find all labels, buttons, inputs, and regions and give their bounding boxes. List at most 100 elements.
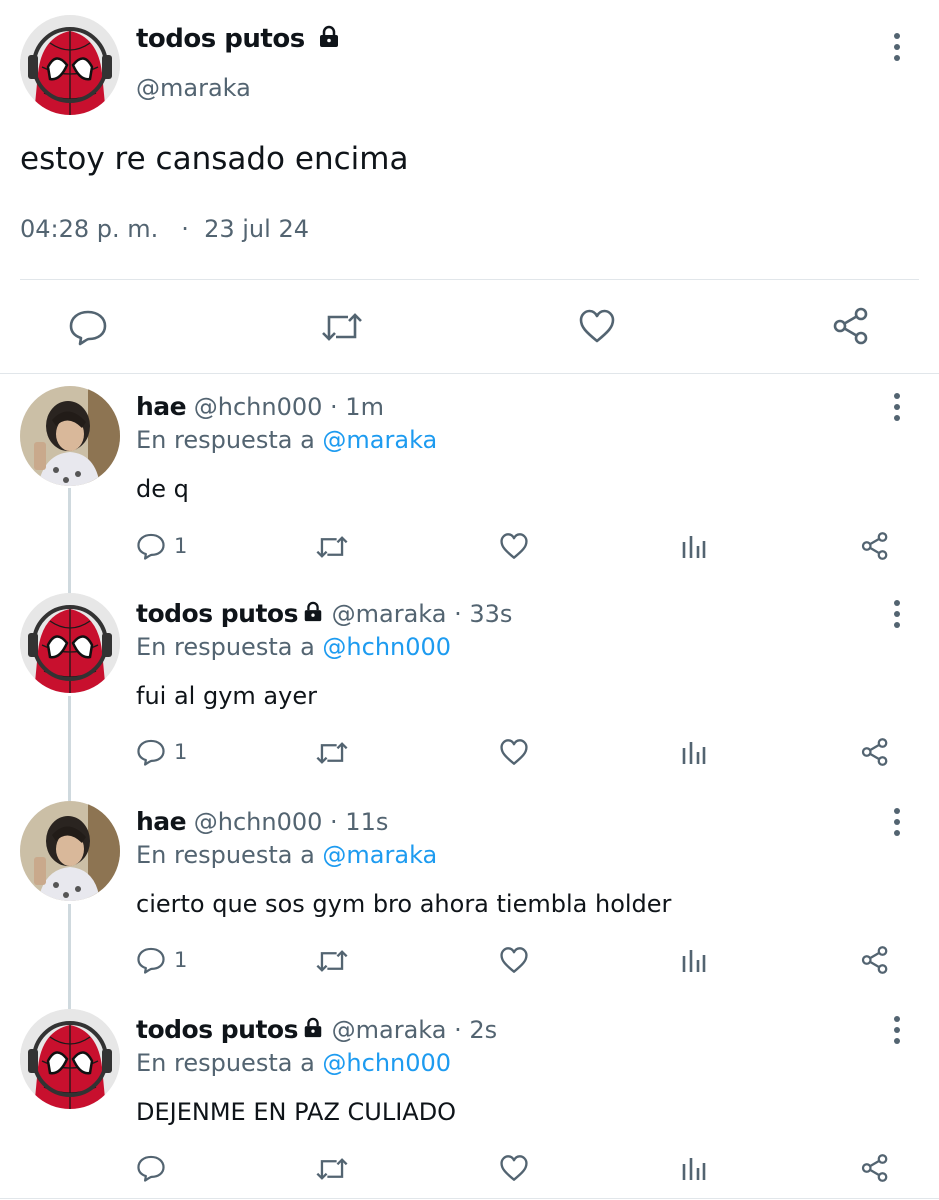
display-name[interactable]: todos putos — [136, 599, 298, 628]
analytics-icon — [682, 950, 706, 972]
reply-button[interactable]: 1 — [136, 532, 187, 560]
tweet-text: estoy re cansado encima — [20, 141, 409, 177]
more-icon[interactable] — [891, 393, 903, 423]
views-button[interactable] — [681, 532, 707, 560]
reply-tweet: hae @hchn000 · 1m En respuesta a @maraka… — [0, 386, 939, 593]
reply-header: hae @hchn000 · 1m — [136, 392, 384, 421]
retweet-icon — [316, 742, 348, 764]
handle[interactable]: @hchn000 — [194, 393, 323, 421]
like-button[interactable] — [499, 738, 529, 766]
timestamp: · 33s — [454, 600, 513, 628]
share-icon — [861, 738, 888, 766]
views-button[interactable] — [681, 946, 707, 974]
reply-icon — [69, 310, 107, 346]
like-icon — [500, 1155, 528, 1181]
retweet-button[interactable] — [315, 739, 349, 767]
share-button[interactable] — [860, 531, 890, 561]
spiderman-avatar[interactable] — [20, 1009, 120, 1109]
like-button[interactable] — [499, 1154, 529, 1182]
timestamp: · 11s — [330, 808, 389, 836]
share-icon — [861, 532, 888, 560]
main-tweet: todos putos @maraka estoy re cansado enc… — [0, 0, 939, 373]
display-name[interactable]: hae — [136, 807, 187, 836]
views-button[interactable] — [681, 1154, 707, 1182]
reply-button[interactable] — [68, 308, 108, 346]
reply-count: 1 — [174, 740, 188, 764]
lock-icon — [304, 601, 322, 622]
reply-tweet: hae @hchn000 · 11s En respuesta a @marak… — [0, 801, 939, 1009]
display-name[interactable]: hae — [136, 392, 187, 421]
spiderman-avatar[interactable] — [20, 15, 120, 115]
divider — [0, 373, 939, 374]
lock-icon — [320, 25, 339, 47]
hae-avatar[interactable] — [20, 386, 120, 486]
share-button[interactable] — [860, 1153, 890, 1183]
meta-separator: · — [181, 215, 189, 243]
mention-link[interactable]: @hchn000 — [322, 1049, 451, 1077]
retweet-icon — [316, 1158, 348, 1180]
mention-link[interactable]: @hchn000 — [322, 633, 451, 661]
reply-button[interactable]: 1 — [136, 946, 187, 974]
reply-prefix: En respuesta a — [136, 1049, 315, 1077]
mention-link[interactable]: @maraka — [322, 841, 437, 869]
reply-tweet: todos putos @maraka · 2s En respuesta a … — [0, 1009, 939, 1200]
divider — [0, 1198, 939, 1199]
share-button[interactable] — [860, 945, 890, 975]
reply-prefix: En respuesta a — [136, 841, 315, 869]
more-icon[interactable] — [891, 1016, 903, 1046]
like-button[interactable] — [578, 308, 616, 344]
retweet-button[interactable] — [315, 947, 349, 975]
views-button[interactable] — [681, 738, 707, 766]
retweet-button[interactable] — [315, 533, 349, 561]
reply-count: 1 — [174, 534, 188, 558]
retweet-icon — [316, 950, 348, 972]
reply-icon — [137, 1155, 165, 1182]
handle[interactable]: @maraka — [136, 74, 251, 102]
like-button[interactable] — [499, 946, 529, 974]
hae-avatar[interactable] — [20, 801, 120, 901]
reply-button[interactable]: 1 — [136, 738, 187, 766]
analytics-icon — [682, 1158, 706, 1180]
like-button[interactable] — [499, 532, 529, 560]
tweet-text: cierto que sos gym bro ahora tiembla hol… — [136, 890, 672, 918]
more-icon[interactable] — [891, 600, 903, 630]
handle[interactable]: @maraka — [332, 1016, 447, 1044]
replying-to: En respuesta a @maraka — [136, 426, 437, 454]
handle[interactable]: @hchn000 — [194, 808, 323, 836]
reply-prefix: En respuesta a — [136, 633, 315, 661]
retweet-button[interactable] — [320, 309, 364, 345]
retweet-button[interactable] — [315, 1155, 349, 1183]
tweet-date: 23 jul 24 — [204, 215, 309, 243]
share-button[interactable] — [831, 306, 871, 346]
retweet-icon — [316, 536, 348, 558]
timestamp: · 1m — [330, 393, 384, 421]
display-name[interactable]: todos putos — [136, 1015, 298, 1044]
spiderman-avatar[interactable] — [20, 593, 120, 693]
handle[interactable]: @maraka — [332, 600, 447, 628]
tweet-text: de q — [136, 475, 189, 503]
reply-count: 1 — [174, 948, 188, 972]
mention-link[interactable]: @maraka — [322, 426, 437, 454]
lock-icon — [304, 1017, 322, 1038]
tweet-time: 04:28 p. m. — [20, 215, 159, 243]
like-icon — [500, 533, 528, 559]
reply-icon — [137, 947, 165, 974]
analytics-icon — [682, 742, 706, 764]
timestamp: · 2s — [454, 1016, 498, 1044]
reply-header: hae @hchn000 · 11s — [136, 807, 388, 836]
display-name[interactable]: todos putos — [136, 24, 341, 54]
more-icon[interactable] — [891, 808, 903, 838]
share-icon — [861, 1154, 888, 1182]
like-icon — [500, 947, 528, 973]
more-icon[interactable] — [891, 33, 903, 63]
replying-to: En respuesta a @hchn000 — [136, 633, 451, 661]
like-icon — [579, 309, 615, 343]
reply-button[interactable] — [136, 1154, 174, 1182]
share-button[interactable] — [860, 737, 890, 767]
tweet-timestamp: 04:28 p. m. · 23 jul 24 — [20, 215, 309, 243]
reply-icon — [137, 533, 165, 560]
retweet-icon — [322, 313, 362, 341]
reply-header: todos putos @maraka · 33s — [136, 599, 512, 628]
share-icon — [861, 946, 888, 974]
replying-to: En respuesta a @maraka — [136, 841, 437, 869]
